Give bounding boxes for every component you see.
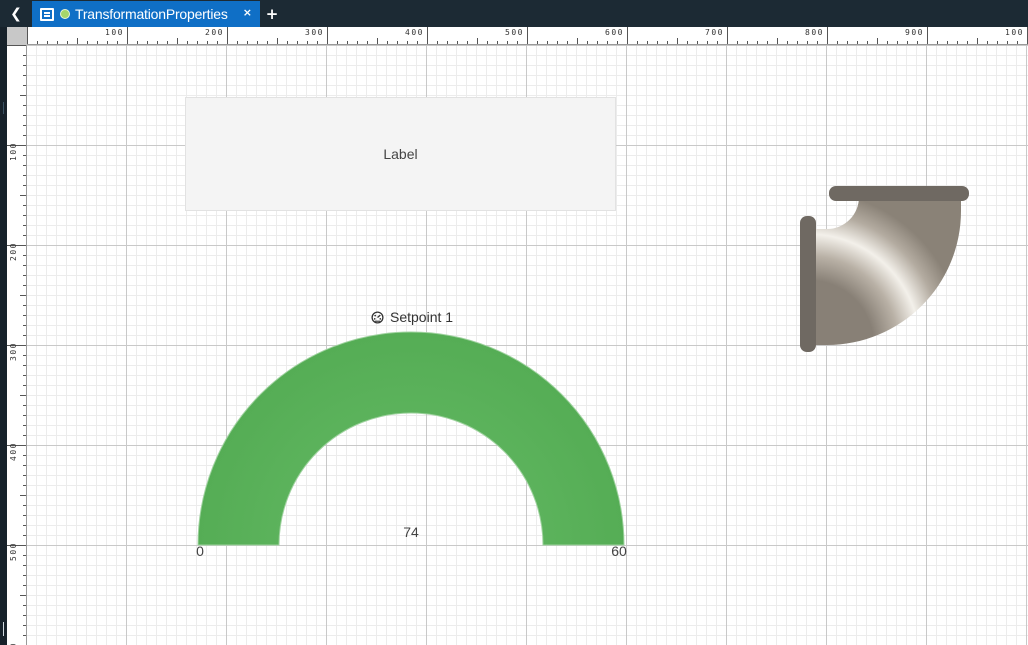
ruler-top-label: 100 — [1005, 28, 1024, 37]
gauge-arc — [197, 331, 625, 546]
pipe-elbow-icon[interactable] — [799, 183, 974, 358]
ruler-left-label: 400 — [9, 442, 18, 461]
back-button[interactable]: ❮ — [6, 4, 26, 24]
ruler-top-label: 200 — [205, 28, 224, 37]
ruler-top-label: 400 — [405, 28, 424, 37]
tab-transformation-properties[interactable]: TransformationProperties × — [32, 1, 260, 27]
gauge-max-label: 60 — [611, 543, 627, 559]
tab-bar: ❮ TransformationProperties × + — [0, 0, 1028, 27]
gauge-min-label: 0 — [196, 543, 204, 559]
semicircle-gauge[interactable]: 74 0 60 — [187, 325, 637, 605]
gauge-title-text: Setpoint 1 — [390, 309, 454, 325]
screen-icon — [40, 7, 54, 21]
ruler-left-label: 200 — [9, 242, 18, 261]
vertical-ruler: 1002003004005000 — [7, 45, 27, 645]
ruler-corner — [7, 27, 27, 45]
ruler-left-label: 500 — [9, 542, 18, 561]
ruler-top-label: 300 — [305, 28, 324, 37]
horizontal-ruler: 100 200 300 400 500 600 700 800 900 100 — [27, 27, 1028, 45]
pipe-flange-left — [800, 216, 816, 352]
ruler-left-label: 100 — [9, 142, 18, 161]
left-panel-strip — [0, 27, 7, 645]
ruler-left-label: 300 — [9, 342, 18, 361]
gauge-value: 74 — [403, 524, 419, 540]
status-dot-icon — [60, 9, 70, 19]
ruler-top-label: 600 — [605, 28, 624, 37]
close-tab-button[interactable]: × — [243, 6, 252, 19]
design-canvas[interactable]: Label Setpoint 1 74 0 60 — [27, 45, 1028, 645]
ruler-top-label: 700 — [705, 28, 724, 37]
add-tab-button[interactable]: + — [261, 1, 283, 27]
ruler-top-label: 100 — [105, 28, 124, 37]
gauge-title: Setpoint 1 — [371, 309, 453, 325]
label-component[interactable]: Label — [185, 97, 616, 211]
ruler-top-label: 900 — [905, 28, 924, 37]
ruler-top-label: 800 — [805, 28, 824, 37]
gauge-icon — [371, 310, 384, 324]
pipe-flange-top — [829, 186, 969, 201]
label-text: Label — [383, 146, 418, 162]
ruler-top-label: 500 — [505, 28, 524, 37]
tab-label: TransformationProperties — [75, 6, 228, 22]
pipe-elbow-body — [809, 197, 961, 345]
